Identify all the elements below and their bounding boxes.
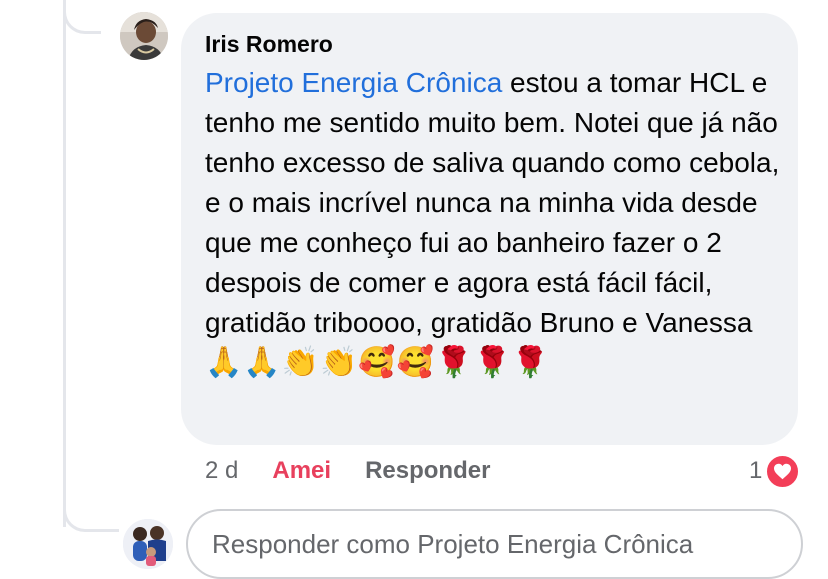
comment-body: estou a tomar HCL e tenho me sentido mui… — [205, 67, 780, 338]
reply-button[interactable]: Responder — [365, 457, 490, 485]
user-photo-icon — [120, 12, 168, 60]
love-reaction-button[interactable]: Amei — [272, 457, 331, 485]
mention-link[interactable]: Projeto Energia Crônica — [205, 67, 502, 98]
thread-connector-bottom — [63, 470, 119, 532]
comment-bubble: Iris Romero Projeto Energia Crônica esto… — [181, 13, 798, 445]
comment-timestamp[interactable]: 2 d — [205, 457, 238, 485]
heart-icon — [765, 453, 801, 489]
reply-field[interactable] — [186, 509, 803, 579]
comment-text: Projeto Energia Crônica estou a tomar HC… — [205, 63, 790, 383]
reaction-count: 1 — [749, 457, 763, 484]
comment-author[interactable]: Iris Romero — [205, 29, 776, 59]
thread-connector-top — [63, 0, 101, 34]
reply-input[interactable] — [210, 527, 774, 561]
comment-actions: 2 d Amei Responder — [205, 455, 490, 487]
thread-line — [63, 0, 66, 527]
page-avatar[interactable] — [123, 519, 173, 569]
avatar[interactable] — [120, 12, 168, 60]
reaction-summary[interactable]: 1 — [749, 453, 801, 489]
page-profile-icon — [123, 519, 173, 569]
emoji-string: 🙏🙏👏👏🥰🥰🌹🌹🌹 — [205, 346, 551, 379]
